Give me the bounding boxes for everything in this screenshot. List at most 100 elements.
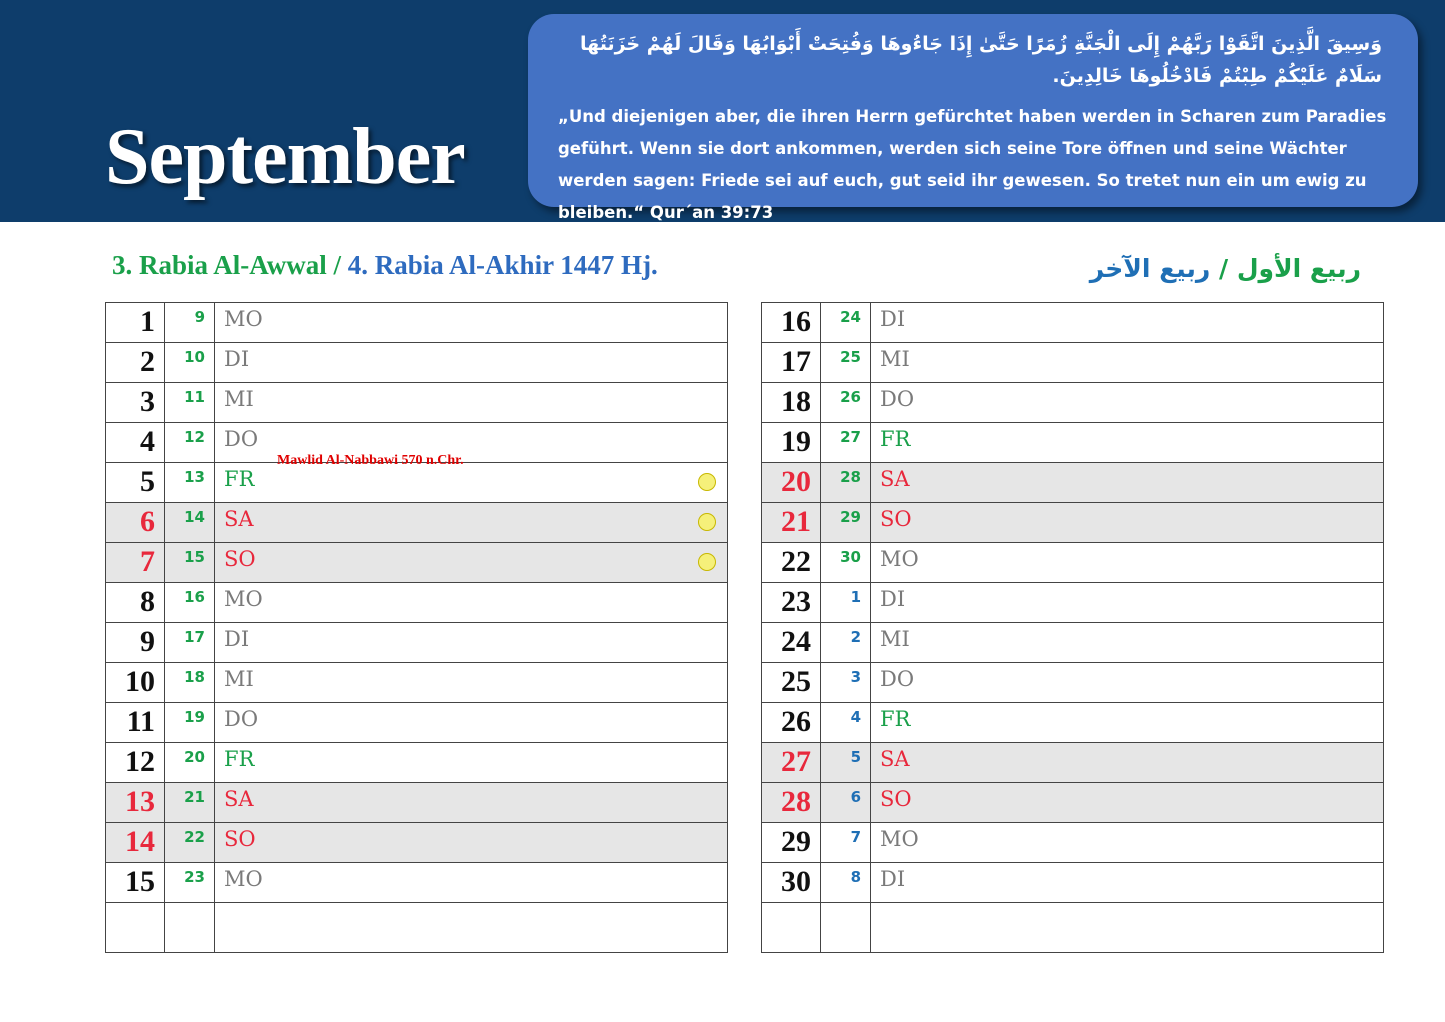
verse-arabic: وَسِيقَ الَّذِينَ اتَّقَوْا رَبَّهُمْ إِ… [580,33,1382,87]
day-cell[interactable]: DI [870,302,1384,343]
day-cell[interactable]: DI [870,582,1384,623]
day-cell[interactable]: SO [870,502,1384,543]
day-cell[interactable]: DO Mawlid Al-Nabbawi 570 n.Chr. [214,422,728,468]
gregorian-day: 6 [105,502,165,543]
day-cell[interactable]: MI [870,342,1384,383]
calendar-row: 2 10 DI [105,342,728,383]
calendar-row: 28 6 SO [761,782,1384,823]
calendar-row: 9 17 DI [105,622,728,663]
hijri-day: 2 [820,622,871,663]
weekday-label: DI [880,867,906,891]
weekday-label: MO [224,587,263,611]
hijri-day: 5 [820,742,871,783]
calendar-row: 5 13 FR [105,462,728,503]
hijri-day: 19 [164,702,215,743]
day-cell[interactable]: SA [214,782,728,823]
gregorian-day: 8 [105,582,165,623]
weekday-label: MO [880,827,919,851]
calendar-table-left: 1 9 MO 2 10 DI 3 11 MI 4 12 DO Mawlid Al-Nabbawi 570… [105,302,728,953]
hijri-day: 26 [820,382,871,423]
hijri-day: 7 [820,822,871,863]
weekday-label: FR [224,747,255,771]
weekday-label: MI [880,347,910,371]
hijri-day: 4 [820,702,871,743]
calendar-row: 27 5 SA [761,742,1384,783]
day-cell[interactable]: DO [870,382,1384,423]
empty-cell[interactable] [105,902,165,953]
day-cell[interactable]: FR [870,702,1384,743]
day-cell[interactable]: FR [214,742,728,783]
weekday-label: MO [224,307,263,331]
day-cell[interactable]: MI [214,382,728,423]
day-cell[interactable]: SO [214,822,728,863]
hijri-day: 21 [164,782,215,823]
calendar-row: 10 18 MI [105,662,728,703]
day-cell[interactable]: MO [870,822,1384,863]
day-cell[interactable]: MO [214,582,728,623]
calendar-row: 25 3 DO [761,662,1384,703]
day-cell[interactable]: SO [870,782,1384,823]
calendar-table-right: 16 24 DI 17 25 MI 18 26 DO 19 27 FR 20 28 SA 21 29 SO 22 30… [761,302,1384,953]
weekday-label: MI [224,667,254,691]
gregorian-day: 24 [761,622,821,663]
day-cell[interactable]: DO [214,702,728,743]
weekday-label: SO [880,507,912,531]
day-cell[interactable]: DI [214,342,728,383]
weekday-label: DI [880,307,906,331]
gregorian-day: 1 [105,302,165,343]
day-cell[interactable]: DO [870,662,1384,703]
gregorian-day: 27 [761,742,821,783]
hijri-day: 18 [164,662,215,703]
day-cell[interactable]: SA [870,462,1384,503]
weekday-label: DO [224,427,259,451]
hijri-day: 23 [164,862,215,903]
day-cell[interactable]: SA [870,742,1384,783]
hijri-day: 15 [164,542,215,583]
empty-cell[interactable] [820,902,871,953]
calendar-row: 7 15 SO [105,542,728,583]
hijri-day: 28 [820,462,871,503]
calendar-row: 6 14 SA [105,502,728,543]
weekday-label: MI [880,627,910,651]
weekday-label: SO [880,787,912,811]
weekday-label: DI [224,347,250,371]
hijri-day: 29 [820,502,871,543]
month-header: September وَسِيقَ الَّذِينَ اتَّقَوْا رَ… [0,0,1445,222]
day-cell[interactable]: MI [870,622,1384,663]
gregorian-day: 3 [105,382,165,423]
empty-cell[interactable] [870,902,1384,953]
gregorian-day: 20 [761,462,821,503]
day-cell[interactable]: MO [870,542,1384,583]
calendar-row: 17 25 MI [761,342,1384,383]
weekday-label: DO [880,667,915,691]
day-cell[interactable]: MO [214,862,728,903]
empty-cell[interactable] [761,902,821,953]
day-cell[interactable]: DI [870,862,1384,903]
calendar-row: 16 24 DI [761,302,1384,343]
weekday-label: SA [224,787,254,811]
day-cell[interactable]: SA [214,502,728,543]
hijri-day: 17 [164,622,215,663]
gregorian-day: 11 [105,702,165,743]
day-cell[interactable]: FR [214,462,728,503]
calendar-row: 18 26 DO [761,382,1384,423]
verse-german: „Und diejenigen aber, die ihren Herrn ge… [558,107,1387,222]
gregorian-day: 29 [761,822,821,863]
month-title: September [105,113,466,201]
calendar-row: 13 21 SA [105,782,728,823]
empty-cell[interactable] [214,902,728,953]
hijri-month-2: 4. Rabia Al-Akhir 1447 Hj. [347,250,658,280]
day-cell[interactable]: MI [214,662,728,703]
gregorian-day: 28 [761,782,821,823]
hijri-day: 8 [820,862,871,903]
hijri-day: 9 [164,302,215,343]
day-cell[interactable]: FR [870,422,1384,463]
empty-cell[interactable] [164,902,215,953]
weekday-label: FR [224,467,255,491]
day-cell[interactable]: SO [214,542,728,583]
day-cell[interactable]: MO [214,302,728,343]
day-cell[interactable]: DI [214,622,728,663]
hijri-day: 13 [164,462,215,503]
weekday-label: FR [880,707,911,731]
gregorian-day: 22 [761,542,821,583]
